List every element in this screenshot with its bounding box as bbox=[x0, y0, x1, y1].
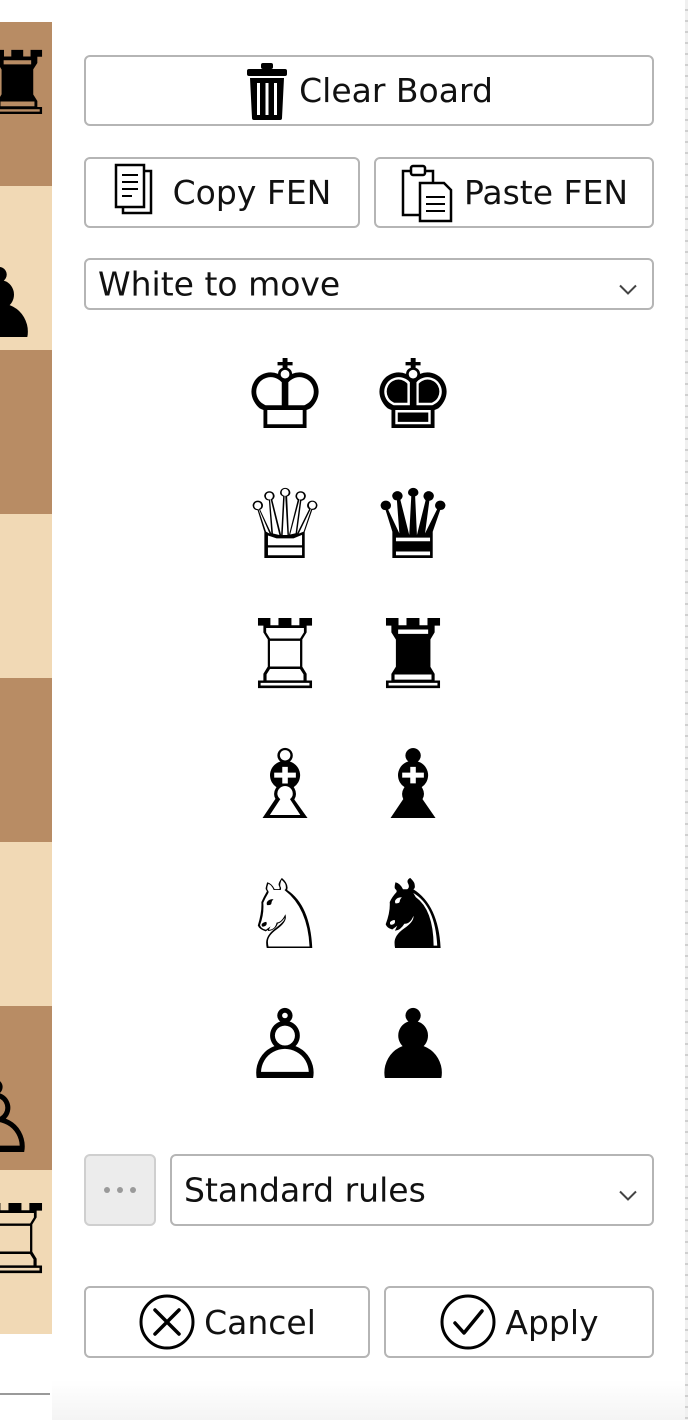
board-edge-column[interactable]: ♜ ♟ ♙ ♖ bbox=[0, 22, 52, 1334]
ellipsis-icon bbox=[117, 1187, 123, 1193]
black-king-piece[interactable]: ♚ bbox=[358, 340, 468, 450]
side-to-move-select[interactable]: White to move bbox=[84, 258, 654, 310]
rules-value: Standard rules bbox=[184, 1170, 426, 1210]
board-square[interactable]: ♜ bbox=[0, 22, 52, 186]
side-to-move-value: White to move bbox=[98, 264, 341, 304]
board-border-line bbox=[0, 1393, 50, 1395]
black-bishop-piece[interactable]: ♝ bbox=[358, 730, 468, 840]
black-rook-piece[interactable]: ♜ bbox=[0, 40, 52, 128]
board-square[interactable]: ♙ bbox=[0, 1006, 52, 1170]
apply-label: Apply bbox=[505, 1302, 599, 1342]
white-rook-piece[interactable]: ♖ bbox=[230, 600, 340, 710]
chevron-down-icon bbox=[618, 1171, 638, 1210]
cancel-label: Cancel bbox=[204, 1302, 316, 1342]
white-rook-piece[interactable]: ♖ bbox=[0, 1192, 52, 1288]
x-circle-icon bbox=[138, 1293, 196, 1351]
copy-fen-button[interactable]: Copy FEN bbox=[84, 157, 360, 228]
clear-board-label: Clear Board bbox=[299, 71, 493, 110]
trash-icon bbox=[245, 61, 289, 121]
ellipsis-icon bbox=[104, 1187, 110, 1193]
board-square[interactable] bbox=[0, 678, 52, 842]
black-rook-piece[interactable]: ♜ bbox=[358, 600, 468, 710]
board-square[interactable] bbox=[0, 842, 52, 1006]
white-knight-piece[interactable]: ♘ bbox=[230, 860, 340, 970]
piece-palette: ♔ ♚ ♕ ♛ ♖ ♜ ♗ ♝ ♘ ♞ ♙ ♟ bbox=[230, 340, 480, 1100]
white-queen-piece[interactable]: ♕ bbox=[230, 470, 340, 580]
white-pawn-piece[interactable]: ♙ bbox=[230, 990, 340, 1100]
white-bishop-piece[interactable]: ♗ bbox=[230, 730, 340, 840]
more-options-button[interactable] bbox=[84, 1154, 156, 1226]
cancel-button[interactable]: Cancel bbox=[84, 1286, 370, 1358]
dialog-bottom-shade bbox=[52, 1380, 685, 1420]
board-square[interactable] bbox=[0, 350, 52, 514]
chevron-down-icon bbox=[618, 265, 638, 304]
paste-fen-label: Paste FEN bbox=[463, 173, 629, 212]
copy-fen-label: Copy FEN bbox=[172, 173, 332, 212]
board-square[interactable] bbox=[0, 514, 52, 678]
board-square[interactable]: ♟ bbox=[0, 186, 52, 350]
black-queen-piece[interactable]: ♛ bbox=[358, 470, 468, 580]
check-circle-icon bbox=[439, 1293, 497, 1351]
copy-document-icon bbox=[113, 163, 163, 223]
ellipsis-icon bbox=[130, 1187, 136, 1193]
board-square[interactable]: ♖ bbox=[0, 1170, 52, 1334]
white-king-piece[interactable]: ♔ bbox=[230, 340, 340, 450]
apply-button[interactable]: Apply bbox=[384, 1286, 654, 1358]
paste-fen-button[interactable]: Paste FEN bbox=[374, 157, 654, 228]
clipboard-paste-icon bbox=[400, 163, 454, 223]
clear-board-button[interactable]: Clear Board bbox=[84, 55, 654, 126]
white-piece-partial[interactable]: ♙ bbox=[0, 1068, 40, 1168]
rules-select[interactable]: Standard rules bbox=[170, 1154, 654, 1226]
black-knight-piece[interactable]: ♞ bbox=[358, 860, 468, 970]
black-piece-partial[interactable]: ♟ bbox=[0, 256, 42, 350]
black-pawn-piece[interactable]: ♟ bbox=[358, 990, 468, 1100]
